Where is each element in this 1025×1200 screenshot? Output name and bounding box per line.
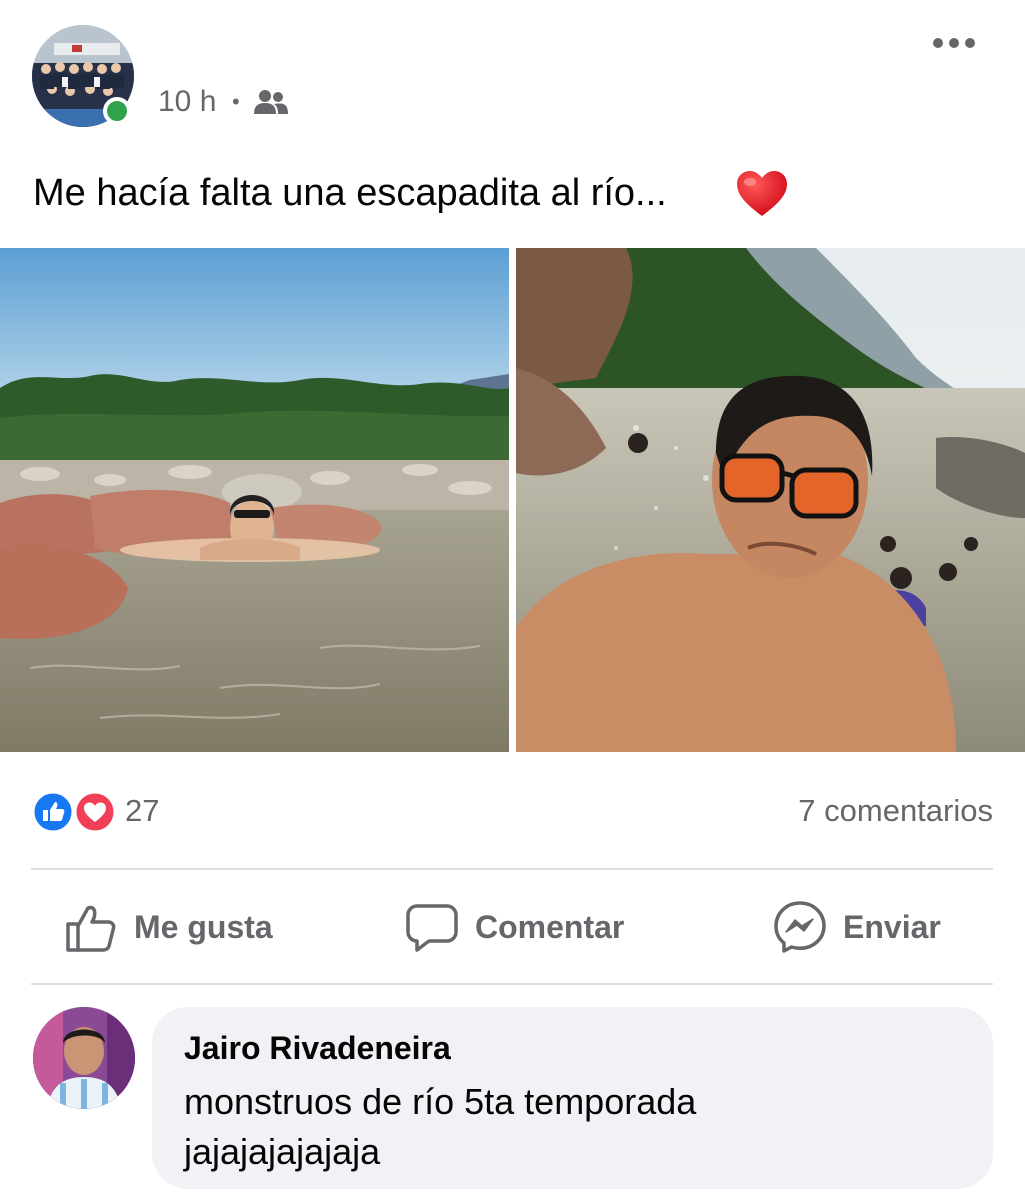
reaction-icons[interactable] [31,790,117,834]
messenger-icon [774,901,826,953]
photo-river-selfie[interactable] [516,248,1025,752]
meta-separator: • [232,89,240,114]
comment-text-line: jajajajajajaja [184,1131,381,1172]
like-label: Me gusta [134,909,273,945]
comment-count[interactable]: 7 comentarios [798,792,993,830]
send-button[interactable]: Enviar [773,895,941,959]
comment-label: Comentar [475,909,625,945]
send-label: Enviar [843,909,941,945]
comment-bubble-icon [406,904,458,952]
comment-button[interactable]: Comentar [405,895,624,959]
photo-man-in-river[interactable] [0,248,509,752]
commenter-avatar[interactable] [33,1007,135,1109]
comment-bubble: Jairo Rivadeneira monstruos de río 5ta t… [152,1007,993,1189]
thumbs-up-icon [66,905,116,952]
friends-icon[interactable] [254,88,288,116]
online-status-dot [103,97,131,125]
photo-image [516,248,1025,752]
like-button[interactable]: Me gusta [64,895,273,959]
comment-text: monstruos de río 5ta temporada jajajajaj… [184,1077,961,1177]
comment-author[interactable]: Jairo Rivadeneira [184,1027,961,1069]
reaction-count[interactable]: 27 [125,792,159,830]
divider [31,868,993,870]
red-heart-icon [737,171,787,216]
comment-text-line: monstruos de río 5ta temporada [184,1081,697,1122]
divider [31,983,993,985]
post-timestamp[interactable]: 10 h [158,84,216,120]
more-options-icon[interactable] [930,28,978,58]
photo-image [0,248,509,752]
post-caption: Me hacía falta una escapadita al río... [33,172,667,214]
commenter-photo [33,1007,135,1109]
